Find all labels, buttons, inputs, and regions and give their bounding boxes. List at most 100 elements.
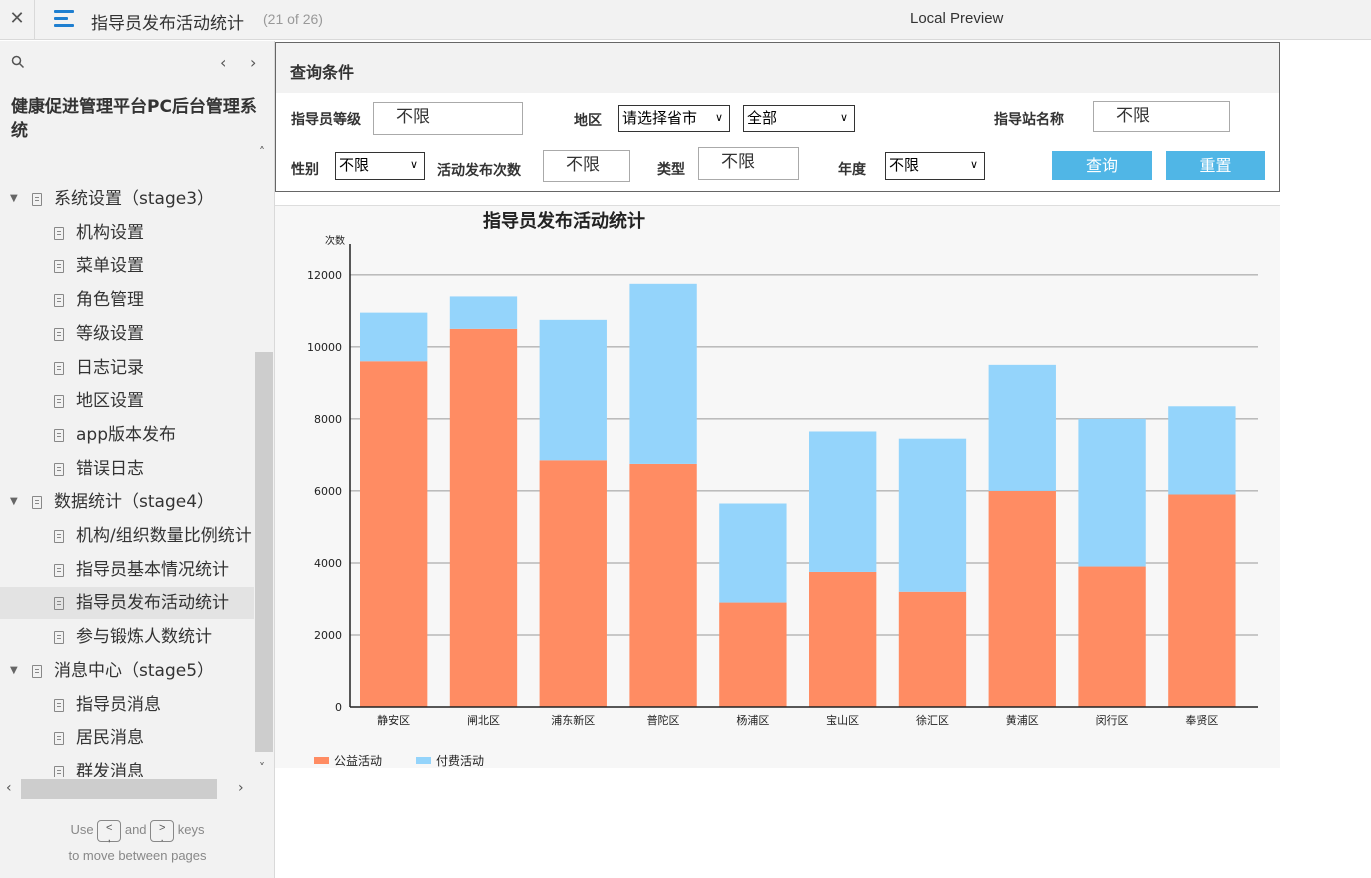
tree-item-label: 指导员基本情况统计	[76, 559, 229, 580]
stacked-bar-chart: 指导员发布活动统计次数 0 2000 4000 6000 8000 10000 12000 静安…	[307, 210, 1258, 768]
next-page-icon[interactable]: ›	[250, 53, 256, 72]
station-label: 指导站名称	[994, 112, 1064, 128]
tree-page[interactable]: 菜单设置	[0, 250, 255, 282]
bar-series2	[988, 364, 1056, 491]
page-icon	[32, 496, 42, 510]
province-select[interactable]: 请选择省市 ∨	[618, 105, 730, 132]
vertical-scrollbar[interactable]: ˄ ˅	[254, 137, 274, 777]
bar-series1	[719, 602, 787, 707]
tree-folder[interactable]: ▼ 系统设置（stage3）	[0, 183, 255, 215]
tree-folder[interactable]: ▼ 数据统计（stage4）	[0, 486, 255, 518]
tree-page[interactable]: 指导员基本情况统计	[0, 554, 255, 586]
horizontal-scroll-thumb[interactable]	[21, 779, 217, 799]
gender-select[interactable]: 不限 ∨	[335, 152, 425, 180]
tree-item-label: 机构/组织数量比例统计	[76, 526, 252, 546]
bar-series1	[629, 463, 697, 707]
tree-page[interactable]: 群发消息	[0, 756, 255, 777]
tree-item-label: 群发消息	[76, 761, 144, 777]
tree-page[interactable]: app版本发布	[0, 419, 255, 451]
tree-page[interactable]: 角色管理	[0, 284, 255, 316]
station-input[interactable]: 不限	[1093, 101, 1230, 132]
legend-label: 公益活动	[334, 754, 382, 768]
page-icon	[54, 631, 64, 645]
scroll-left-icon[interactable]: ‹	[6, 780, 12, 796]
page-icon	[54, 294, 64, 308]
bar-series2	[719, 503, 787, 603]
tree-page[interactable]: 参与锻炼人数统计	[0, 621, 255, 653]
hint-and: and	[124, 822, 147, 837]
bar-series2	[539, 319, 607, 461]
province-select-value: 请选择省市	[622, 109, 698, 127]
tree-item-label: app版本发布	[76, 424, 176, 445]
tree-item-label: 指导员消息	[76, 694, 161, 715]
chevron-down-icon: ∨	[839, 111, 848, 124]
menu-icon[interactable]	[54, 10, 74, 28]
expand-caret-icon[interactable]: ▼	[10, 486, 18, 518]
tree-page[interactable]: 指导员发布活动统计	[0, 587, 255, 620]
page-icon	[54, 361, 64, 375]
horizontal-scrollbar[interactable]: ‹ ›	[0, 777, 255, 801]
year-select[interactable]: 不限 ∨	[885, 152, 985, 180]
y-tick-label: 2000	[314, 629, 342, 642]
page-title: 指导员发布活动统计	[91, 14, 244, 34]
tree-page[interactable]: 地区设置	[0, 385, 255, 417]
tree-item-label: 机构设置	[76, 222, 144, 243]
tree-page[interactable]: 机构设置	[0, 217, 255, 249]
chevron-down-icon: ∨	[409, 158, 418, 171]
page-icon	[54, 732, 64, 746]
key-next-icon: >.	[150, 819, 175, 843]
expand-caret-icon[interactable]: ▼	[10, 655, 18, 687]
search-button[interactable]: 查询	[1052, 151, 1152, 180]
sidebar: ‹ › 健康促进管理平台PC后台管理系统 ▼ 系统设置（stage3） 机构设置 菜单…	[0, 41, 275, 878]
expand-caret-icon[interactable]: ▼	[10, 183, 18, 215]
tree-page[interactable]: 机构/组织数量比例统计	[0, 520, 255, 552]
page-count: (21 of 26)	[263, 11, 323, 27]
bar-series2	[360, 312, 428, 362]
x-tick-label: 静安区	[377, 713, 410, 727]
query-title: 查询条件	[290, 63, 355, 82]
page-icon	[54, 563, 64, 577]
tree-item-label: 日志记录	[76, 357, 144, 378]
tree-folder[interactable]: ▼ 消息中心（stage5）	[0, 655, 255, 687]
tree-page[interactable]: 等级设置	[0, 318, 255, 350]
type-input[interactable]: 不限	[698, 147, 799, 180]
level-input[interactable]: 不限	[373, 102, 523, 135]
bar-series2	[809, 431, 877, 572]
chevron-down-icon: ∨	[969, 158, 978, 171]
vertical-scroll-thumb[interactable]	[255, 352, 273, 752]
x-tick-label: 奉贤区	[1185, 713, 1218, 727]
bar-series1	[1078, 566, 1146, 707]
count-input[interactable]: 不限	[543, 150, 630, 182]
reset-button[interactable]: 重置	[1166, 151, 1265, 180]
page-tree: ▼ 系统设置（stage3） 机构设置菜单设置角色管理等级设置日志记录地区设置 app…	[0, 137, 255, 777]
chart-title: 指导员发布活动统计	[483, 210, 645, 232]
bar-series1	[360, 361, 428, 707]
bar-series1	[809, 571, 877, 707]
scroll-down-icon[interactable]: ˅	[259, 761, 265, 775]
key-prev-icon: <,	[97, 819, 122, 843]
tree-item-label: 系统设置（stage3）	[54, 189, 215, 209]
bar-series1	[988, 490, 1056, 707]
scroll-right-icon[interactable]: ›	[238, 780, 244, 796]
hint-move: to move between pages	[68, 848, 207, 863]
bar-series2	[898, 438, 967, 592]
tree-page[interactable]: 错误日志	[0, 453, 255, 485]
tree-item-label: 消息中心（stage5）	[54, 660, 215, 681]
page-icon	[54, 428, 64, 442]
scroll-up-icon[interactable]: ˄	[259, 145, 265, 159]
search-icon[interactable]	[11, 55, 25, 69]
tree-item-label: 参与锻炼人数统计	[76, 627, 212, 648]
close-button[interactable]: ✕	[0, 0, 35, 40]
previous-page-icon[interactable]: ‹	[220, 53, 226, 72]
tree-page[interactable]: 日志记录	[0, 352, 255, 384]
tree-item-label: 菜单设置	[76, 256, 144, 277]
page-icon	[54, 462, 64, 476]
tree-item-label: 等级设置	[76, 323, 144, 344]
tree-page[interactable]: 居民消息	[0, 722, 255, 754]
local-preview-label: Local Preview	[910, 10, 1004, 27]
tree-page[interactable]: 指导员消息	[0, 689, 255, 721]
tree-item-label: 角色管理	[76, 290, 144, 311]
district-select[interactable]: 全部 ∨	[743, 105, 855, 132]
district-select-value: 全部	[747, 109, 778, 127]
top-bar: ✕ 指导员发布活动统计 (21 of 26) Local Preview	[0, 0, 1371, 40]
